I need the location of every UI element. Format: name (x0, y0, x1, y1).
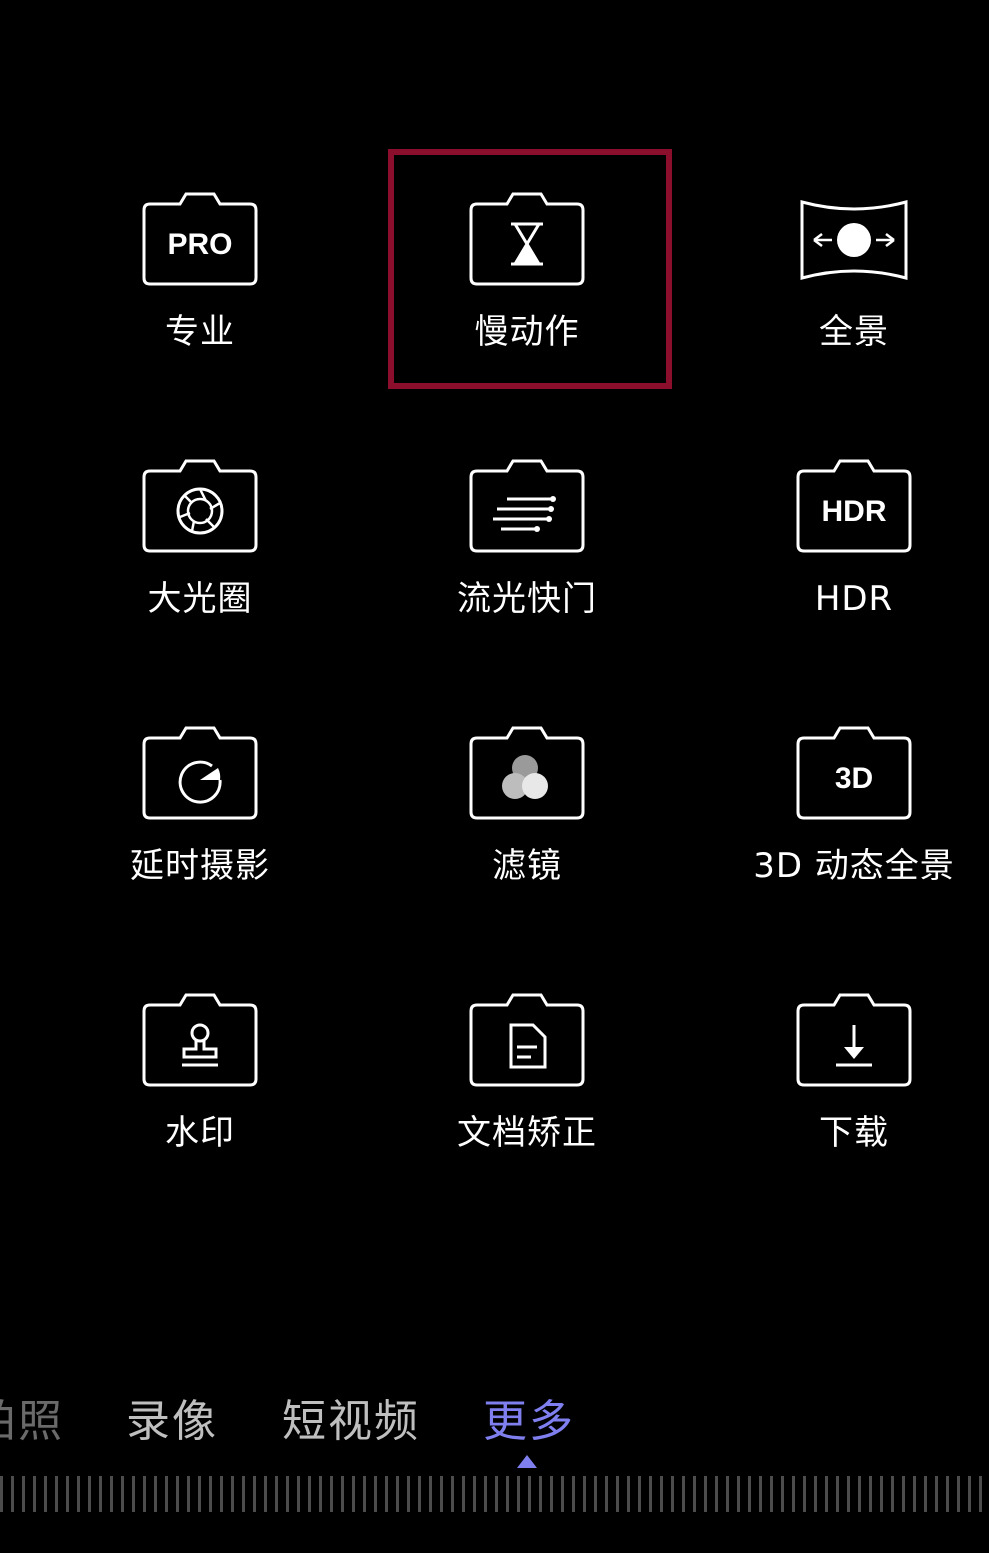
timelapse-icon (140, 720, 260, 824)
mode-download[interactable]: 下载 (734, 981, 974, 1211)
mode-pro[interactable]: PRO 专业 (80, 180, 320, 410)
mode-label: 文档矫正 (457, 1113, 597, 1153)
mode-hdr[interactable]: HDR HDR (734, 447, 974, 677)
mode-label: 下载 (819, 1113, 889, 1153)
stamp-icon (140, 987, 260, 1091)
tab-short-video[interactable]: 短视频 (282, 1390, 420, 1454)
selected-mode-highlight (388, 149, 672, 389)
mode-label: 滤镜 (492, 846, 562, 886)
mode-label: 全景 (819, 312, 889, 352)
mode-scroll-ruler[interactable] (0, 1476, 989, 1512)
filter-icon (467, 720, 587, 824)
mode-label: 水印 (165, 1113, 235, 1153)
3d-icon: 3D (794, 720, 914, 824)
hdr-icon: HDR (794, 453, 914, 557)
mode-watermark[interactable]: 水印 (80, 981, 320, 1211)
mode-document[interactable]: 文档矫正 (407, 981, 647, 1211)
mode-light-painting[interactable]: 流光快门 (407, 447, 647, 677)
document-icon (467, 987, 587, 1091)
pro-icon: PRO (140, 186, 260, 290)
download-icon (794, 987, 914, 1091)
mode-panorama[interactable]: 全景 (734, 180, 974, 410)
mode-label: 专业 (165, 312, 235, 352)
mode-3d-panorama[interactable]: 3D 3D 动态全景 (734, 714, 974, 944)
mode-label: HDR (814, 579, 894, 619)
aperture-icon (140, 453, 260, 557)
active-tab-indicator-icon (517, 1455, 537, 1468)
tab-photo[interactable]: 拍照 (0, 1390, 64, 1454)
mode-filter[interactable]: 滤镜 (407, 714, 647, 944)
mode-label: 大光圈 (147, 579, 253, 619)
hdr-icon-text: HDR (822, 495, 887, 528)
mode-timelapse[interactable]: 延时摄影 (80, 714, 320, 944)
light-trails-icon (467, 453, 587, 557)
mode-aperture[interactable]: 大光圈 (80, 447, 320, 677)
mode-label: 延时摄影 (130, 846, 270, 886)
tab-video[interactable]: 录像 (126, 1390, 218, 1454)
mode-tab-bar: 拍照 录像 短视频 更多 (0, 1390, 989, 1460)
tab-more[interactable]: 更多 (483, 1390, 575, 1454)
3d-icon-text: 3D (835, 762, 873, 795)
mode-label: 3D 动态全景 (753, 846, 955, 886)
panorama-icon (794, 186, 914, 290)
mode-label: 流光快门 (457, 579, 597, 619)
pro-icon-text: PRO (167, 228, 232, 261)
